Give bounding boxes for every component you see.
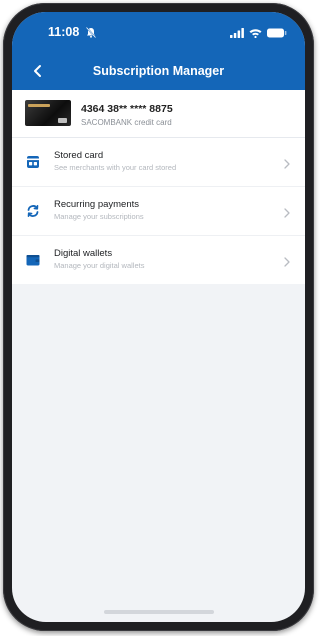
signal-icon xyxy=(230,25,244,43)
home-indicator[interactable] xyxy=(103,610,214,614)
menu-item-title: Digital wallets xyxy=(54,248,113,259)
wifi-icon xyxy=(249,25,262,43)
app-header: 11:08 Subscription Manager xyxy=(12,12,305,90)
recurring-icon xyxy=(25,203,41,219)
bell-silent-icon xyxy=(85,25,97,43)
selected-card[interactable]: 4364 38** **** 8875 SACOMBANK credit car… xyxy=(12,90,305,138)
status-indicators xyxy=(230,25,287,43)
phone-frame: 11:08 Subscription Manager 4364 38** ***… xyxy=(3,3,314,631)
chevron-right-icon xyxy=(283,205,291,218)
card-number: 4364 38** **** 8875 xyxy=(81,103,173,115)
card-description: SACOMBANK credit card xyxy=(81,118,172,127)
chevron-right-icon xyxy=(283,254,291,267)
menu-item-title: Recurring payments xyxy=(54,199,140,210)
page-title: Subscription Manager xyxy=(92,64,225,78)
menu-item-digital-wallets[interactable]: Digital wallets Manage your digital wall… xyxy=(12,236,305,284)
menu-item-subtitle: Manage your digital wallets xyxy=(54,261,145,270)
subscription-menu: Stored card See merchants with your card… xyxy=(12,138,305,284)
app-screen: 11:08 Subscription Manager 4364 38** ***… xyxy=(12,12,305,622)
stored-card-icon xyxy=(25,154,41,170)
menu-item-stored-card[interactable]: Stored card See merchants with your card… xyxy=(12,138,305,187)
menu-item-subtitle: Manage your subscriptions xyxy=(54,212,144,221)
menu-item-subtitle: See merchants with your card stored xyxy=(54,163,177,172)
menu-item-title: Stored card xyxy=(54,150,104,161)
battery-icon xyxy=(267,25,287,43)
status-time: 11:08 xyxy=(48,25,80,39)
chevron-right-icon xyxy=(283,156,291,169)
wallet-icon xyxy=(25,252,41,268)
card-thumbnail xyxy=(25,100,71,126)
menu-item-recurring-payments[interactable]: Recurring payments Manage your subscript… xyxy=(12,187,305,236)
